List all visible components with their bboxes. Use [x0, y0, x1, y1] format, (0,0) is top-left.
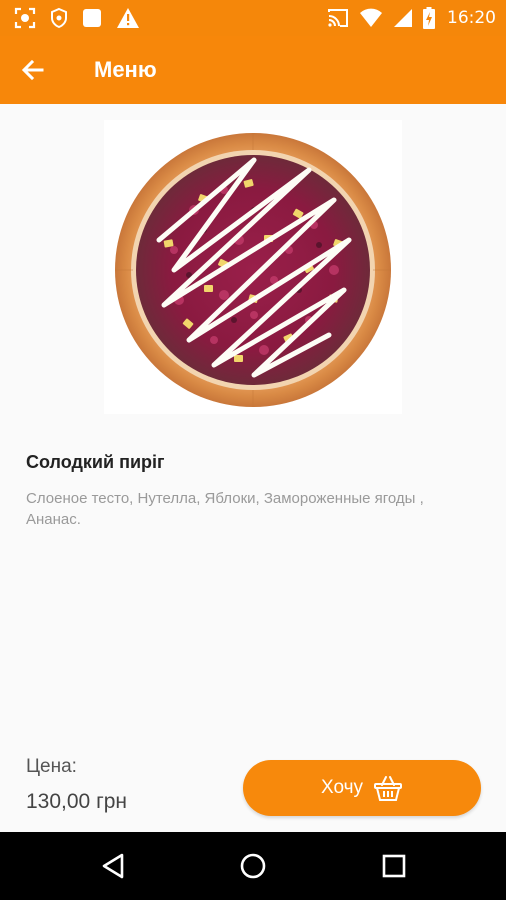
warning-icon: [117, 8, 139, 28]
basket-icon: [374, 776, 402, 801]
price-value: 130,00 грн: [26, 790, 128, 813]
nav-home-button[interactable]: [237, 850, 269, 882]
cell-signal-icon: [394, 9, 412, 27]
status-bar-right: 16:20: [327, 7, 496, 29]
pizza-image: [104, 120, 402, 414]
notification-square-icon: [83, 9, 101, 27]
shield-icon: [51, 7, 67, 29]
wifi-icon: [360, 8, 382, 27]
product-details: Солодкий пиріг Слоеное тесто, Нутелла, Я…: [0, 104, 506, 832]
recents-square-icon: [382, 854, 406, 878]
arrow-left-icon: [21, 59, 44, 81]
home-circle-icon: [240, 853, 266, 879]
status-time: 16:20: [447, 8, 496, 28]
status-bar: 16:20: [0, 0, 506, 36]
back-button[interactable]: [20, 54, 56, 86]
product-description: Слоеное тесто, Нутелла, Яблоки, Замороже…: [26, 490, 424, 528]
want-button-label: Хочу: [320, 777, 363, 798]
nav-recents-button[interactable]: [378, 850, 410, 882]
cast-icon: [328, 9, 348, 27]
nav-back-button[interactable]: [98, 850, 130, 882]
status-bar-left: [14, 7, 140, 29]
system-nav-bar: [0, 832, 506, 900]
back-triangle-icon: [102, 853, 124, 879]
product-name: Солодкий пиріг: [26, 452, 165, 472]
battery-charging-icon: [423, 7, 435, 29]
app-bar: Меню: [0, 36, 506, 104]
screenshot-icon: [14, 7, 36, 29]
want-button[interactable]: Хочу: [243, 760, 481, 816]
price-label: Цена:: [26, 756, 77, 777]
page-title: Меню: [94, 57, 157, 82]
